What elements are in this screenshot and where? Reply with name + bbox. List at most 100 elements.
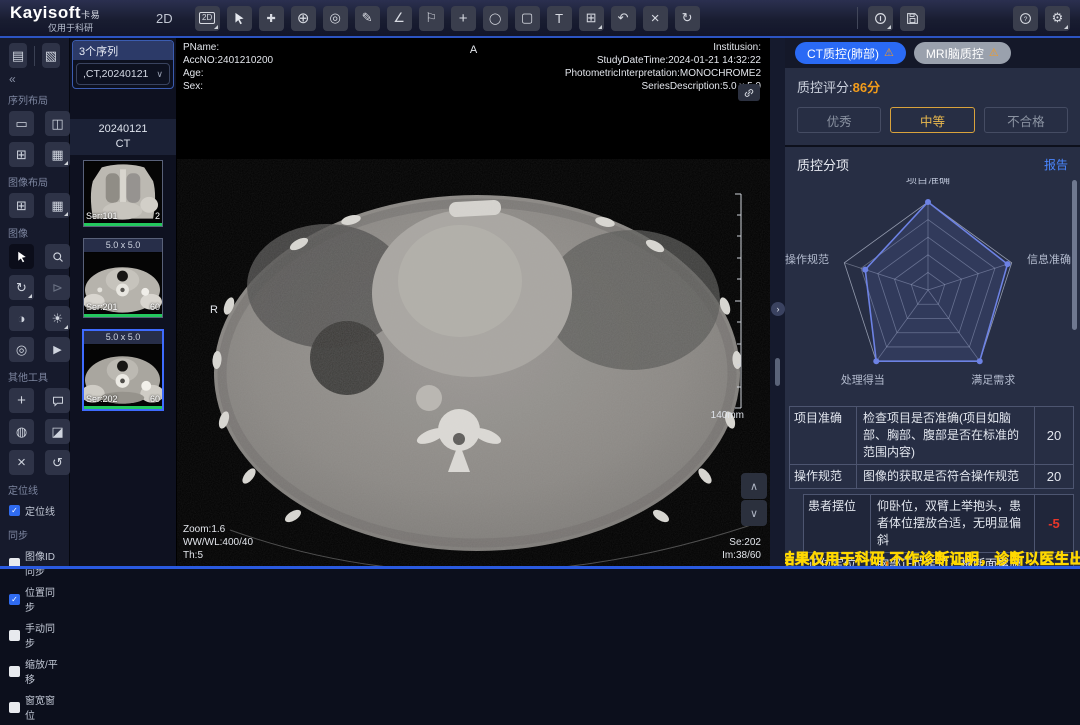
sync-zoom-pan-row[interactable]: 缩放/平移 <box>0 653 69 689</box>
grade-excellent-button[interactable]: 优秀 <box>797 107 881 133</box>
rectangle-icon: ▢ <box>521 10 533 26</box>
report-link[interactable]: 报告 <box>1044 156 1068 173</box>
restore-icon: ↺ <box>52 455 63 471</box>
image-invert-button[interactable]: ◑ <box>9 306 34 331</box>
scout-line-checkbox-row[interactable]: ✓ 定位线 <box>0 500 69 521</box>
rotate-icon: ↻ <box>16 280 27 296</box>
qc-item-score: 20 <box>1035 465 1073 488</box>
tab-ct-qc[interactable]: CT质控(肺部) ⚠ <box>795 42 906 64</box>
sync-position-row[interactable]: ✓ 位置同步 <box>0 581 69 617</box>
series-select[interactable]: ,CT,20240121 ∨ <box>76 63 170 85</box>
image-layout-2x2-button[interactable]: ⊞ <box>9 193 34 218</box>
accno-text: AccNO:2401210200 <box>183 54 273 67</box>
ct-viewport[interactable]: PName: AccNO:2401210200 Age: Sex: A Inst… <box>177 38 770 569</box>
report-panel-button[interactable]: ▧ <box>42 43 60 68</box>
report-panel-icon: ▧ <box>45 48 57 64</box>
image-layout-section-label: 图像布局 <box>0 168 69 192</box>
layout-3x3-icon: ▦ <box>51 147 63 163</box>
study-datetime-text: StudyDateTime:2024-01-21 14:32:22 <box>565 54 761 67</box>
previous-image-button[interactable]: ∧ <box>741 473 767 499</box>
sync-image-id-row[interactable]: 图像ID同步 <box>0 545 69 581</box>
layout-1x2-button[interactable]: ◫ <box>45 111 70 136</box>
reset-button[interactable]: ↻ <box>675 6 700 31</box>
grade-fail-button[interactable]: 不合格 <box>984 107 1068 133</box>
info-icon <box>874 12 887 25</box>
pan-tool-button[interactable]: ✚ <box>259 6 284 31</box>
rectangle-tool-button[interactable]: ▢ <box>515 6 540 31</box>
zoom-in-tool-button[interactable]: ⊕ <box>291 6 316 31</box>
cursor-icon <box>233 12 246 25</box>
link-series-button[interactable] <box>738 84 760 101</box>
grade-medium-button[interactable]: 中等 <box>890 107 974 133</box>
tab-mri-qc[interactable]: MRI脑质控 ⚠ <box>914 42 1011 64</box>
settings-button[interactable]: ⚙ <box>1045 6 1070 31</box>
sync-manual-row[interactable]: 手动同步 <box>0 617 69 653</box>
next-image-button[interactable]: ∨ <box>741 500 767 526</box>
ct-axial-image <box>177 38 770 569</box>
series-count-tab[interactable]: 3个序列 <box>73 41 173 60</box>
layout-2x2-button[interactable]: ⊞ <box>9 142 34 167</box>
table-row: 患者摆位 仰卧位，双臂上举抱头，患者体位摆放合适，无明显偏斜 -5 <box>803 494 1074 553</box>
sync-window-checkbox[interactable] <box>9 702 20 713</box>
image-play-flag-button[interactable]: ⊳ <box>45 275 70 300</box>
sex-text: Sex: <box>183 80 273 93</box>
chain-link-icon <box>743 87 755 99</box>
series-thumbnail-101[interactable]: Ser:101 2 <box>83 160 163 227</box>
sync-window-row[interactable]: 窗宽窗位 <box>0 689 69 725</box>
comment-tool-button[interactable] <box>45 388 70 413</box>
layout-1x1-button[interactable]: ▭ <box>9 111 34 136</box>
delete-button[interactable]: × <box>643 6 668 31</box>
cine-play-button[interactable]: ▶ <box>45 337 70 362</box>
series-select-value: ,CT,20240121 <box>83 68 148 80</box>
save-button[interactable] <box>900 6 925 31</box>
toolbar-report-group <box>868 6 925 31</box>
series-group-header[interactable]: 20240121 CT <box>70 119 176 155</box>
ellipse-tool-button[interactable]: ◯ <box>483 6 508 31</box>
2d-mode-icon: 2D <box>199 12 215 24</box>
sync-zoom-pan-checkbox[interactable] <box>9 666 20 677</box>
image-rotate-button[interactable]: ↻ <box>9 275 34 300</box>
cursor-tool-button[interactable] <box>227 6 252 31</box>
info-button[interactable] <box>868 6 893 31</box>
help-button[interactable]: ? <box>1013 6 1038 31</box>
image-layout-3x3-button[interactable]: ▦ <box>45 193 70 218</box>
thumbnail-panel-button[interactable]: ▤ <box>9 43 27 68</box>
undo-button[interactable]: ↶ <box>611 6 636 31</box>
stamp-tool-button[interactable]: ◍ <box>9 419 34 444</box>
text-tool-button[interactable]: T <box>547 6 572 31</box>
eraser-tool-button[interactable]: ◪ <box>45 419 70 444</box>
series-group-modality: CT <box>70 137 176 152</box>
thumbnail-header: 5.0 x 5.0 <box>84 331 162 344</box>
expand-panel-button[interactable]: › <box>771 302 785 316</box>
viewport-scrollbar-thumb[interactable] <box>775 358 780 386</box>
series-group-date: 20240121 <box>70 122 176 137</box>
delete-icon: × <box>651 10 660 27</box>
crosshair-tool-button[interactable]: + <box>451 6 476 31</box>
pencil-tool-button[interactable]: ✎ <box>355 6 380 31</box>
collapse-sidebar-button[interactable]: « <box>0 68 69 86</box>
window-level-tool-button[interactable]: ◎ <box>323 6 348 31</box>
restore-tool-button[interactable]: ↺ <box>45 450 70 475</box>
qc-item-label: 操作规范 <box>790 465 857 488</box>
series-thumbnail-201[interactable]: 5.0 x 5.0 Ser:201 60 <box>83 238 163 318</box>
grid-layout-button[interactable]: ⊞ <box>579 6 604 31</box>
qc-scrollbar-thumb[interactable] <box>1072 180 1077 330</box>
layout-3x3-button[interactable]: ▦ <box>45 142 70 167</box>
sync-position-checkbox[interactable]: ✓ <box>9 594 20 605</box>
close-tool-button[interactable]: × <box>9 450 34 475</box>
series-thumbnail-202-selected[interactable]: 5.0 x 5.0 Ser:202 60 <box>82 329 164 411</box>
thumbnail-series-number: Ser:101 <box>86 211 118 221</box>
image-spiral-button[interactable]: ◎ <box>9 337 34 362</box>
scout-line-checkbox[interactable]: ✓ <box>9 505 20 516</box>
qc-item-description: 检查项目是否准确(项目如脑部、胸部、腹部是否在标准的范围内容) <box>857 407 1035 464</box>
image-cursor-button[interactable] <box>9 244 34 269</box>
sync-manual-checkbox[interactable] <box>9 630 20 641</box>
thickness-text: Th:5 <box>183 549 253 562</box>
mode-2d-button[interactable]: 2D <box>195 6 220 31</box>
stamp-icon: ◍ <box>16 424 27 440</box>
image-brightness-button[interactable]: ☀ <box>45 306 70 331</box>
cobb-angle-tool-button[interactable]: ⚐ <box>419 6 444 31</box>
add-tool-button[interactable]: + <box>9 388 34 413</box>
image-magnifier-button[interactable] <box>45 244 70 269</box>
angle-tool-button[interactable]: ∠ <box>387 6 412 31</box>
